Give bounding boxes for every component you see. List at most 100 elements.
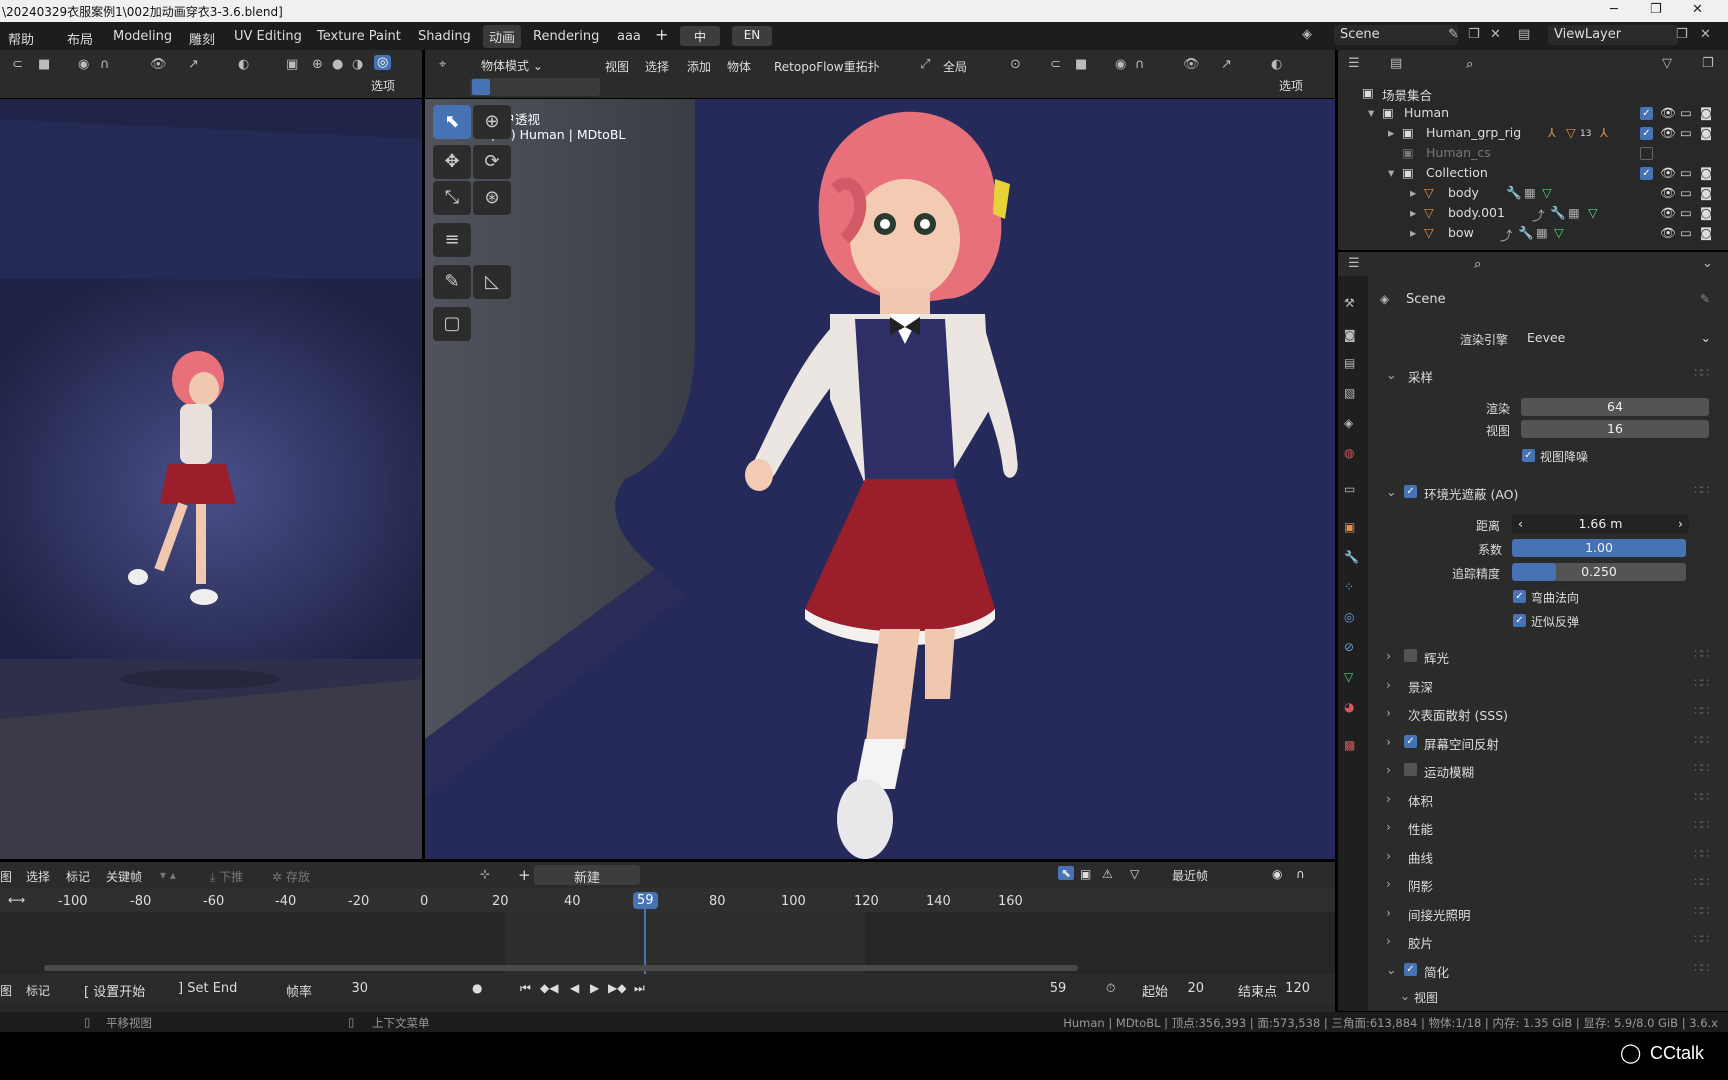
scene-tab-icon[interactable]: ◈	[1344, 416, 1362, 434]
camera-icon[interactable]: ◙	[1700, 125, 1712, 140]
material-icon[interactable]: ◑	[352, 57, 363, 72]
proportional-icon[interactable]: ◉	[1272, 867, 1282, 881]
section-collapsed[interactable]: ⌄ ✓ 简化 ∷∷	[1378, 958, 1712, 982]
monitor-icon[interactable]: ▭	[1680, 165, 1692, 180]
left-camera-viewport[interactable]	[0, 99, 422, 859]
section-collapsed[interactable]: › ✓ 屏幕空间反射 ∷∷	[1378, 730, 1712, 754]
properties-pin-icon[interactable]: ✎	[1700, 292, 1710, 306]
camera-icon[interactable]: ◙	[1700, 105, 1712, 120]
falloff-icon[interactable]: ∩	[100, 57, 110, 72]
viewlayer-icon[interactable]: ▤	[1518, 27, 1530, 42]
delete-viewlayer-icon[interactable]: ✕	[1700, 27, 1711, 42]
set-start-button[interactable]: [ 设置开始	[78, 979, 160, 1000]
drag-handle-icon[interactable]: ∷∷	[1694, 874, 1709, 889]
section-enable-checkbox[interactable]: ✓	[1404, 962, 1417, 976]
camera-icon[interactable]: ◙	[1700, 165, 1712, 180]
section-collapsed[interactable]: › 性能 ∷∷	[1378, 815, 1712, 839]
wireframe-icon[interactable]: ⊕	[312, 57, 323, 72]
visibility-icon[interactable]: 👁	[150, 57, 167, 72]
box-select-icon[interactable]: ▣	[1080, 867, 1091, 881]
section-collapsed[interactable]: › 运动模糊 ∷∷	[1378, 758, 1712, 782]
output-tab-icon[interactable]: ▤	[1344, 356, 1362, 374]
falloff-icon[interactable]: ∩	[1296, 867, 1305, 881]
stash-button[interactable]: ✲ 存放	[272, 868, 310, 885]
viewport-denoise-checkbox[interactable]: ✓	[1522, 449, 1535, 462]
pivot-icon[interactable]: ⊙	[1010, 57, 1021, 72]
outliner-row[interactable]: ▾ ▣ Collection ✓ 👁 ▭ ◙	[1338, 163, 1728, 183]
tab-texture-paint[interactable]: Texture Paint	[317, 29, 401, 44]
timeline-menu-keyframe[interactable]: 关键帧	[106, 868, 142, 885]
cursor-tool-button[interactable]: ⊕	[473, 105, 511, 139]
eye-icon[interactable]: 👁	[1660, 205, 1676, 221]
expand-icon[interactable]: ▾	[1388, 165, 1394, 180]
filter-icon[interactable]: ▽	[1130, 867, 1139, 881]
properties-collapse-icon[interactable]: ⌄	[1702, 256, 1713, 271]
lang-en-button[interactable]: EN	[732, 26, 772, 46]
tool-tab-icon[interactable]: ⚒	[1344, 296, 1362, 314]
drag-handle-icon[interactable]: ∷∷	[1694, 789, 1709, 804]
outliner-editor-icon[interactable]: ☰	[1348, 56, 1360, 71]
start-frame-field[interactable]: 起始 20	[1128, 979, 1214, 1000]
data-tab-icon[interactable]: ▽	[1344, 670, 1362, 688]
expand-icon[interactable]: ▸	[1410, 205, 1416, 220]
section-enable-checkbox[interactable]	[1404, 649, 1417, 662]
tab-modeling[interactable]: Modeling	[113, 29, 172, 44]
constraints-tab-icon[interactable]: ⊘	[1344, 640, 1362, 658]
record-icon[interactable]: ●	[472, 981, 482, 995]
drag-handle-icon[interactable]: ∷∷	[1694, 846, 1709, 861]
set-end-button[interactable]: ] Set End	[172, 979, 256, 999]
lang-cn-button[interactable]: 中	[680, 26, 720, 46]
section-collapsed[interactable]: › 次表面散射 (SSS) ∷∷	[1378, 701, 1712, 725]
section-collapsed[interactable]: › 辉光 ∷∷	[1378, 644, 1712, 668]
ao-distance-field[interactable]: ‹ 1.66 m ›	[1512, 515, 1689, 533]
exclude-checkbox[interactable]	[1640, 147, 1653, 160]
section-collapsed[interactable]: › 体积 ∷∷	[1378, 787, 1712, 811]
gizmo-toggle-icon[interactable]: ↗	[1221, 57, 1232, 72]
play-icon[interactable]: ▶	[590, 981, 599, 995]
eye-icon[interactable]: 👁	[1660, 105, 1676, 121]
timeline-ruler[interactable]	[0, 888, 1335, 912]
monitor-icon[interactable]: ▭	[1680, 225, 1692, 240]
tab-sculpt[interactable]: 雕刻	[189, 29, 215, 48]
drag-handle-icon[interactable]: ∷∷	[1694, 482, 1709, 497]
timeline-zoom-icon[interactable]: ⟷	[8, 893, 25, 907]
rotate-tool-button[interactable]: ⟳	[473, 145, 511, 179]
new-action-icon[interactable]: +	[518, 866, 531, 884]
bounce-checkbox[interactable]: ✓	[1513, 614, 1526, 627]
bent-normals-checkbox[interactable]: ✓	[1513, 590, 1526, 603]
material-tab-icon[interactable]: ◕	[1344, 700, 1362, 718]
snap-toggle-icon[interactable]: ⊂	[1050, 57, 1061, 72]
exclude-checkbox[interactable]: ✓	[1640, 127, 1653, 140]
measure-tool-button[interactable]: ◺	[473, 265, 511, 299]
pin-icon[interactable]: ✎	[1448, 27, 1459, 42]
properties-search-input[interactable]: ⌕	[1468, 255, 1594, 273]
eye-icon[interactable]: 👁	[1660, 225, 1676, 241]
expand-icon[interactable]: ▸	[1410, 185, 1416, 200]
main-3d-viewport[interactable]: 用户透视 (59) Human | MDtoBL ⬉ ⊕ ✥ ⟳ ⤡ ⊛ ≡ ✎…	[425, 99, 1335, 859]
ao-precision-slider[interactable]: 0.250	[1512, 563, 1686, 581]
eye-icon[interactable]: 👁	[1660, 125, 1676, 141]
snap-target-icon[interactable]: ■	[1075, 57, 1087, 72]
object-tab-icon[interactable]: ▣	[1344, 520, 1362, 538]
transform-tool-button[interactable]: ⊛	[473, 181, 511, 215]
push-down-button[interactable]: ⤓ 下推	[210, 868, 243, 885]
exclude-checkbox[interactable]: ✓	[1640, 107, 1653, 120]
solid-icon[interactable]: ●	[332, 57, 343, 72]
section-collapsed[interactable]: › 曲线 ∷∷	[1378, 844, 1712, 868]
new-scene-icon[interactable]: ❐	[1468, 27, 1480, 42]
jump-end-icon[interactable]: ⏭	[634, 981, 645, 996]
timeline-menu-marker[interactable]: 标记	[66, 868, 90, 885]
retopoflow-menu[interactable]: RetopoFlow重拓扑	[774, 58, 880, 75]
main-options-dropdown[interactable]: 选项	[1273, 76, 1329, 94]
select-tool-button[interactable]: ⬉	[433, 105, 471, 139]
render-engine-dropdown[interactable]: Eevee ⌄	[1521, 328, 1717, 348]
display-mode-icon[interactable]: ▤	[1390, 56, 1402, 71]
physics-tab-icon[interactable]: ◎	[1344, 610, 1362, 628]
monitor-icon[interactable]: ▭	[1680, 185, 1692, 200]
outliner-row[interactable]: ▣ 场景集合	[1338, 83, 1728, 103]
select-mode-buttons[interactable]	[470, 78, 600, 96]
section-enable-checkbox[interactable]	[1404, 763, 1417, 776]
drag-handle-icon[interactable]: ∷∷	[1694, 903, 1709, 918]
drag-handle-icon[interactable]: ∷∷	[1694, 931, 1709, 946]
monitor-icon[interactable]: ▭	[1680, 205, 1692, 220]
